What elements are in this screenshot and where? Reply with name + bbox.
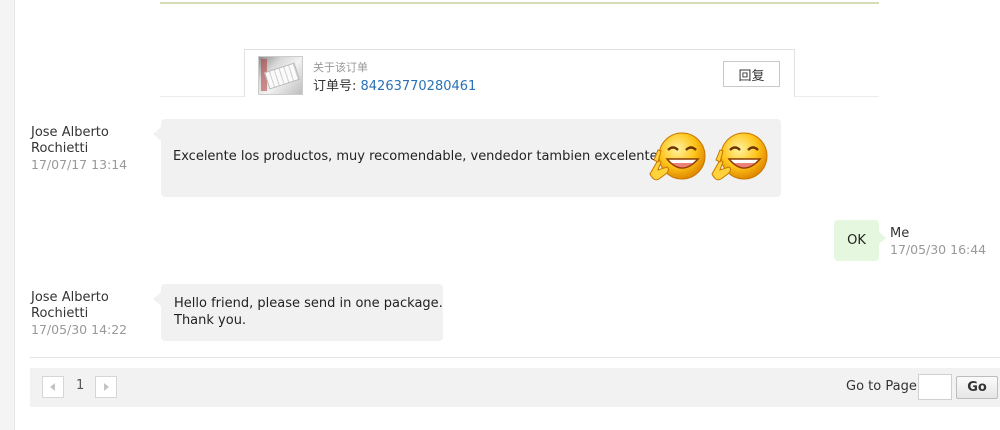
message-sender: Me 17/05/30 16:44 — [890, 226, 986, 258]
message-text: OK — [847, 233, 866, 248]
message-timestamp: 17/05/30 14:22 — [31, 322, 128, 337]
order-reference-card: 关于该订单 订单号: 84263770280461 回复 — [244, 49, 795, 97]
chevron-left-icon — [50, 383, 55, 391]
next-page-button[interactable] — [95, 376, 117, 398]
left-rail — [0, 0, 15, 430]
message-text-line2: Thank you. — [174, 313, 247, 328]
reply-button[interactable]: 回复 — [723, 61, 780, 87]
sender-name-line1: Jose Alberto — [31, 125, 109, 140]
order-card-title: 关于该订单 — [313, 61, 368, 74]
go-button[interactable]: Go — [956, 376, 998, 399]
sender-name-line2: Rochietti — [31, 141, 89, 156]
sender-name-line2: Rochietti — [31, 306, 89, 321]
go-to-page-label: Go to Page — [846, 379, 917, 394]
current-page-number[interactable]: 1 — [76, 378, 84, 393]
laughing-thumbs-up-emoji-icon — [649, 132, 706, 181]
product-thumbnail[interactable] — [258, 56, 303, 95]
card-baseline-left — [160, 96, 244, 97]
message-sender: Jose Alberto Rochietti 17/07/17 13:14 — [31, 125, 127, 173]
order-number-link[interactable]: 84263770280461 — [361, 79, 477, 94]
order-number-line: 订单号: 84263770280461 — [313, 75, 476, 94]
message-bubble: Excelente los productos, muy recomendabl… — [153, 119, 781, 197]
message-bubble: Hello friend, please send in one package… — [153, 284, 443, 341]
previous-page-button[interactable] — [42, 376, 64, 398]
pagination-divider — [30, 357, 1000, 358]
keyboard-image-icon — [264, 62, 300, 90]
sender-name: Me — [890, 226, 910, 241]
order-number-label: 订单号: — [313, 79, 361, 94]
laughing-thumbs-up-emoji-icon — [711, 132, 768, 181]
message-text-line1: Hello friend, please send in one package… — [174, 296, 443, 311]
pagination-bar: 1 Go to Page Go — [30, 368, 1000, 407]
message-sender: Jose Alberto Rochietti 17/05/30 14:22 — [31, 290, 127, 338]
message-bubble-outgoing: OK — [834, 220, 886, 261]
chevron-right-icon — [104, 383, 109, 391]
message-timestamp: 17/05/30 16:44 — [890, 242, 987, 257]
card-baseline-right — [794, 96, 879, 97]
sender-name-line1: Jose Alberto — [31, 290, 109, 305]
page-number-input[interactable] — [918, 374, 952, 400]
message-timestamp: 17/07/17 13:14 — [31, 157, 128, 172]
message-text: Excelente los productos, muy recomendabl… — [173, 149, 662, 164]
top-divider — [160, 2, 879, 4]
